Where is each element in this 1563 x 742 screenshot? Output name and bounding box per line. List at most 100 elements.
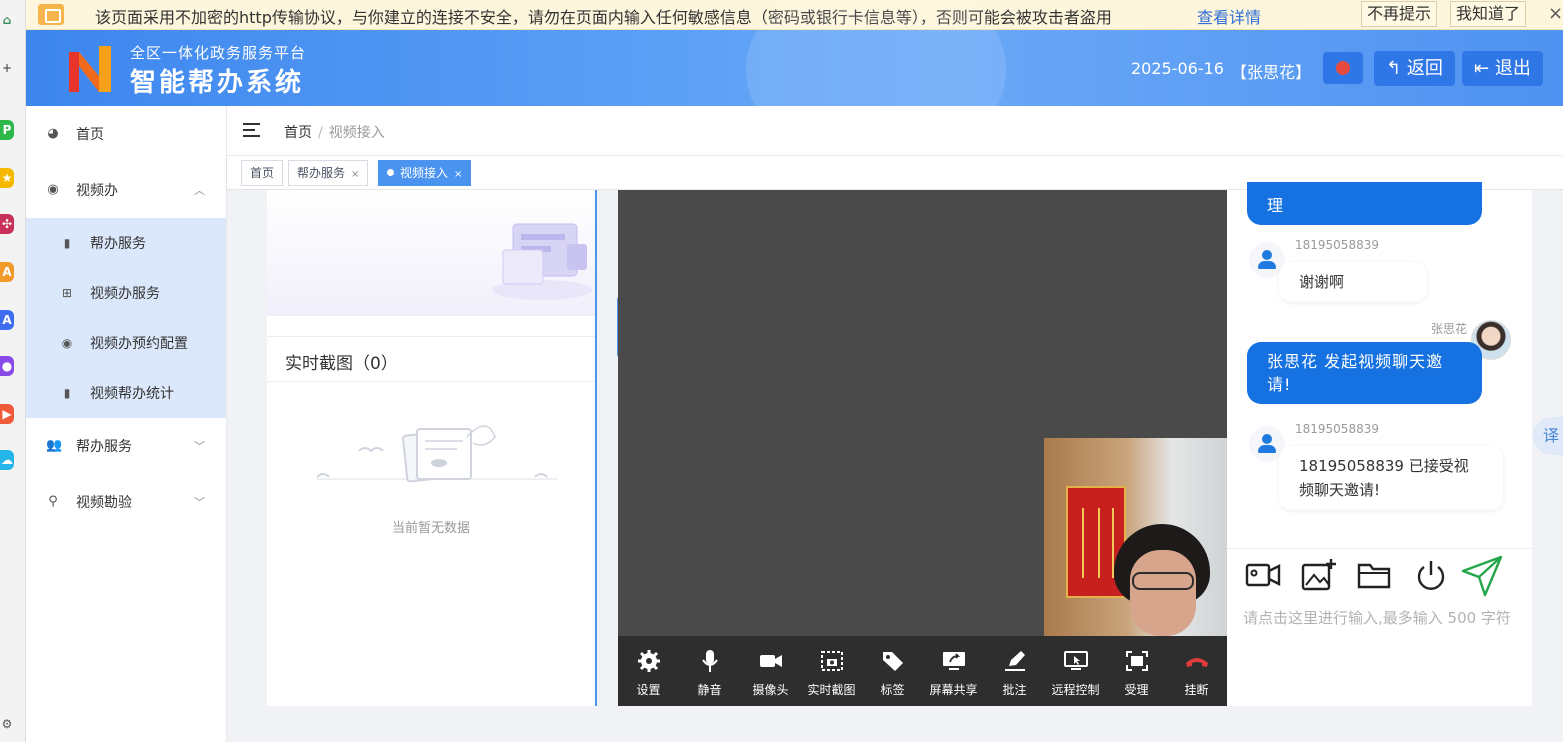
tool-label: 受理 [1124,683,1149,697]
tag-button[interactable]: 标签 [862,636,923,706]
logo-icon [69,46,111,92]
tag-icon [882,652,903,671]
sidebar-item-home[interactable]: ◕ 首页 [26,106,226,162]
close-icon[interactable]: × [1548,3,1563,24]
left-panel: 实时截图（0） 当前暂无数据 ☰ 收起 [267,190,637,706]
got-it-button[interactable]: 我知道了 [1450,1,1527,27]
active-dot-icon [387,169,394,176]
submenu-item-help-service[interactable]: ▮ 帮办服务 [26,218,226,268]
camera-button[interactable]: 摄像头 [740,636,801,706]
sidebar-item-video-office[interactable]: ◉ 视频办 ︿ [26,162,226,218]
app-icon-green[interactable]: P [0,120,14,140]
tag-home[interactable]: 首页 [241,160,284,186]
breadcrumb-home[interactable]: 首页 [284,125,312,141]
browser-home-icon[interactable]: ⌂ [0,10,14,30]
app-icon-ai-1[interactable]: A [0,262,14,282]
platform-subtitle: 全区一体化政务服务平台 [130,44,307,62]
screenshot-button[interactable]: 实时截图 [801,636,862,706]
video-toolbar: 设置 静音 摄像头 实时截图 标签 屏幕共享 批注 远程控制 受理 挂断 [618,636,1227,706]
system-title: 智能帮办系统 [130,68,305,98]
chat-message-agent: 张思花 发起视频聊天邀请! [1247,342,1482,404]
current-date: 2025-06-16 [1131,59,1224,78]
top-navbar: 首页 / 视频接入 [227,106,1563,156]
annotate-button[interactable]: 批注 [984,636,1045,706]
hangup-icon [1185,658,1208,667]
browser-settings-icon[interactable]: ⚙ [0,714,14,734]
tag-video-access[interactable]: 视频接入 × [378,160,472,186]
sidebar-item-label: 视频办 [76,183,118,199]
no-remind-button[interactable]: 不再提示 [1361,1,1438,27]
chat-sender-name: 18195058839 [1295,422,1379,436]
chevron-down-icon: ﹀ [194,496,205,509]
back-arrow-icon: ↰ [1386,58,1402,79]
submenu-item-label: 帮办服务 [90,236,146,252]
submenu-item-appointment-config[interactable]: ◉ 视频办预约配置 [26,318,226,368]
chat-message-input[interactable] [1243,606,1516,666]
logout-button[interactable]: ⇤ 退出 [1462,51,1543,86]
participant-image [1114,524,1210,636]
app-icon-cloud[interactable]: ☁ [0,450,14,470]
app-icon-ai-2[interactable]: A [0,310,14,330]
submenu-item-statistics[interactable]: ▮ 视频帮办统计 [26,368,226,418]
screen-share-button[interactable]: 屏幕共享 [923,636,984,706]
app-icon-game[interactable]: ▶ [0,404,14,424]
video-call-icon[interactable] [1245,557,1281,593]
chat-message-user: 谢谢啊 [1279,262,1427,302]
user-group-icon: 👥 [46,438,63,453]
chat-message-user: 18195058839 已接受视频聊天邀请! [1279,446,1503,510]
send-icon[interactable] [1461,553,1505,597]
submenu-item-video-service[interactable]: ⊞ 视频办服务 [26,268,226,318]
empty-data-text: 当前暂无数据 [391,521,470,536]
app-icon-purple[interactable]: ● [0,356,14,376]
tag-label: 视频接入 [400,166,449,180]
browser-add-icon[interactable]: + [0,58,14,78]
mute-button[interactable]: 静音 [679,636,740,706]
screen-share-icon [942,652,965,670]
tag-help-service[interactable]: 帮办服务 × [288,160,369,186]
breadcrumb: 首页 / 视频接入 [284,122,385,142]
hangup-button[interactable]: 挂断 [1166,636,1227,706]
tool-label: 设置 [636,683,661,697]
submenu-item-label: 视频办服务 [90,286,160,302]
chevron-down-icon: ﹀ [194,440,205,453]
chat-sender-name: 18195058839 [1295,238,1379,252]
power-icon[interactable] [1413,557,1449,593]
accept-button[interactable]: 受理 [1106,636,1167,706]
dashboard-icon: ◕ [47,126,59,141]
local-video-preview[interactable] [1044,438,1227,636]
breadcrumb-separator: / [318,125,323,141]
tag-label: 首页 [250,166,275,180]
sidebar-item-video-inspection[interactable]: ⚲ 视频勘验 ﹀ [26,474,226,530]
settings-button[interactable]: 设置 [618,636,679,706]
screenshot-card: 实时截图（0） 当前暂无数据 [267,336,595,706]
tool-label: 静音 [697,683,722,697]
eye-icon: ◉ [61,336,73,350]
app-icon-star[interactable]: ★ [0,168,14,188]
menu-toggle-icon[interactable] [243,123,260,137]
user-avatar-button[interactable] [1323,52,1363,84]
tool-label: 摄像头 [752,683,789,697]
back-button[interactable]: ↰ 返回 [1374,51,1455,86]
video-stage: 设置 静音 摄像头 实时截图 标签 屏幕共享 批注 远程控制 受理 挂断 [618,190,1227,706]
close-icon[interactable]: × [351,169,359,180]
app-icon-network[interactable]: ✣ [0,214,14,234]
remote-control-button[interactable]: 远程控制 [1045,636,1106,706]
camera-icon [759,655,782,667]
screenshot-title: 实时截图（0） [285,354,398,374]
sidebar: ◕ 首页 ◉ 视频办 ︿ ▮ 帮办服务 ⊞ 视频办服务 ◉ 视频办预约配置 ▮ … [26,106,227,742]
view-details-link[interactable]: 查看详情 [1197,4,1261,28]
chevron-up-icon: ︿ [194,184,205,197]
chat-sender-name: 张思花 [1431,322,1468,336]
microphone-icon [701,650,718,672]
sidebar-item-help-service[interactable]: 👥 帮办服务 ﹀ [26,418,226,474]
close-icon[interactable]: × [454,169,462,180]
breadcrumb-current: 视频接入 [328,125,385,141]
image-upload-icon[interactable] [1301,557,1337,593]
current-user: 【张思花】 [1231,63,1312,82]
tool-label: 屏幕共享 [929,683,978,697]
avatar-icon [1336,61,1350,75]
search-icon: ⚲ [48,494,58,509]
translate-button[interactable]: 译 [1533,417,1563,455]
eye-icon: ◉ [47,182,59,197]
folder-icon[interactable] [1357,557,1393,593]
